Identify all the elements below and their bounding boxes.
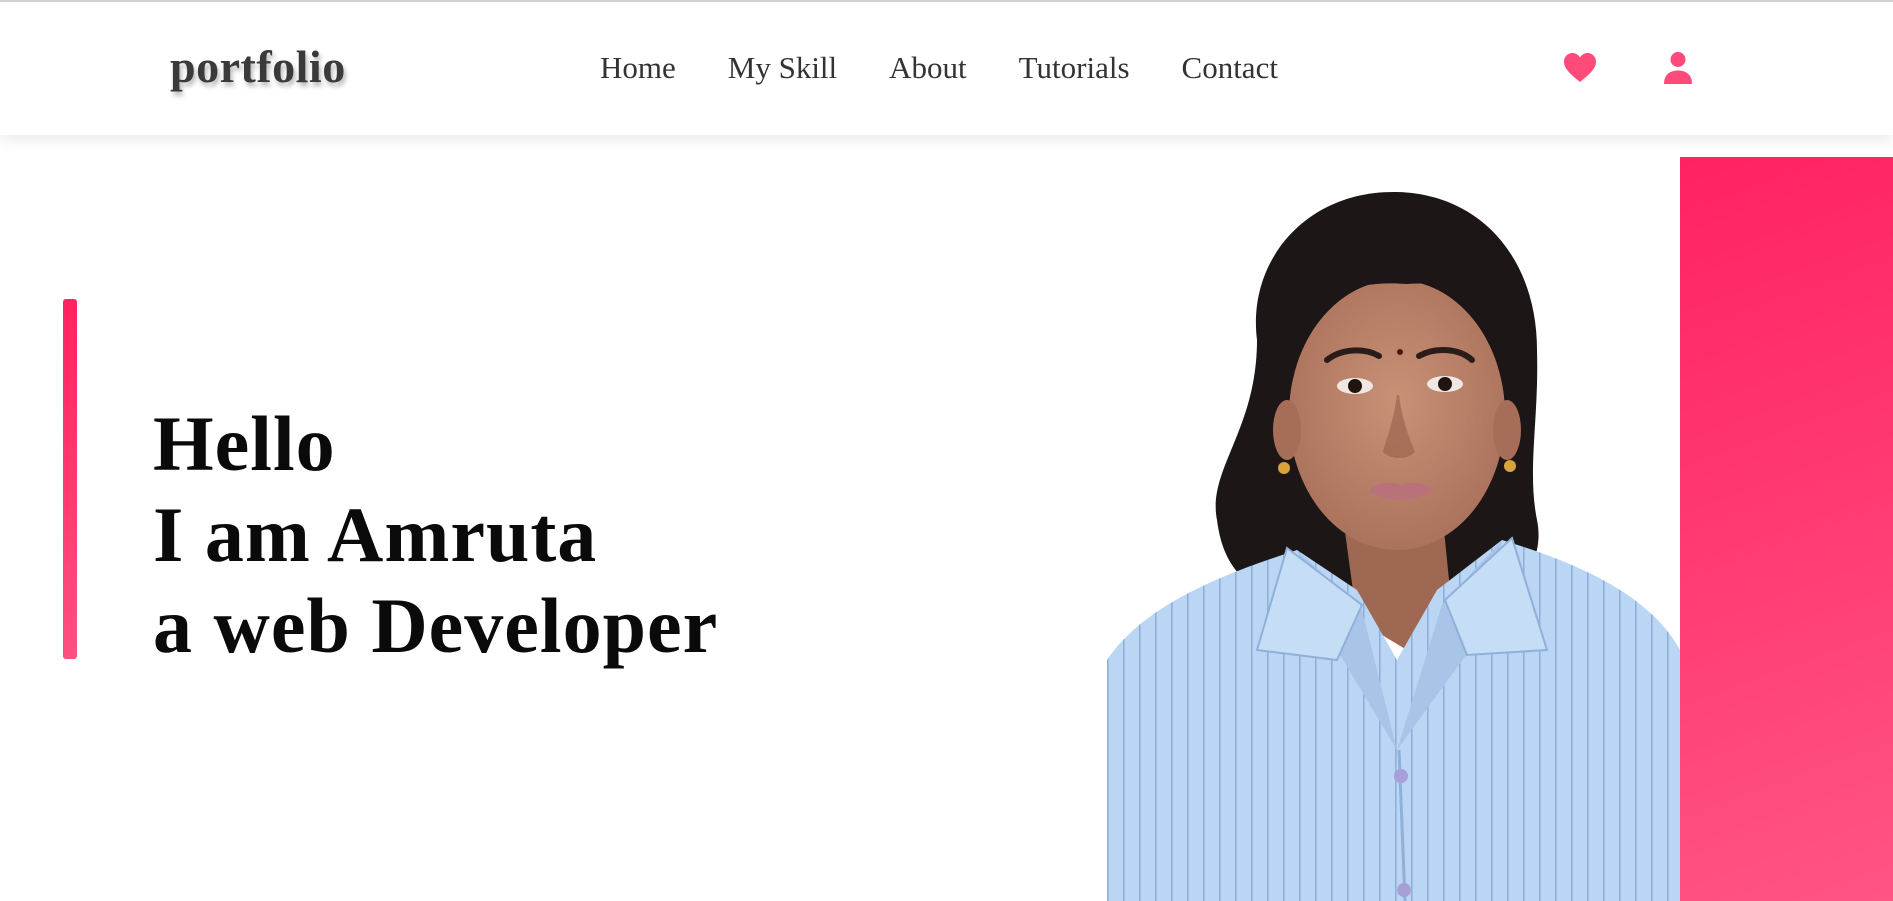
profile-photo-illustration (1107, 191, 1680, 901)
profile-photo (1107, 180, 1680, 901)
navbar: portfolio Home My Skill About Tutorials … (0, 2, 1893, 135)
user-icon (1664, 52, 1692, 84)
hero-line-role: a web Developer (153, 582, 719, 669)
main-nav: Home My Skill About Tutorials Contact (600, 52, 1278, 83)
nav-link-my-skill[interactable]: My Skill (728, 52, 837, 83)
portfolio-page: portfolio Home My Skill About Tutorials … (0, 0, 1893, 901)
decorative-pink-panel (1680, 157, 1893, 901)
nav-link-home[interactable]: Home (600, 52, 676, 83)
site-logo[interactable]: portfolio (170, 44, 346, 90)
nav-link-about[interactable]: About (889, 52, 967, 83)
account-button[interactable] (1660, 50, 1696, 86)
nav-link-tutorials[interactable]: Tutorials (1019, 52, 1130, 83)
hero-heading: Hello I am Amruta a web Developer (153, 398, 718, 671)
hero-line-greeting: Hello (153, 400, 336, 487)
hero-accent-bar (63, 299, 77, 659)
heart-icon (1564, 53, 1596, 82)
nav-link-contact[interactable]: Contact (1182, 52, 1278, 83)
hero-line-name: I am Amruta (153, 491, 598, 578)
favorite-button[interactable] (1562, 50, 1598, 86)
